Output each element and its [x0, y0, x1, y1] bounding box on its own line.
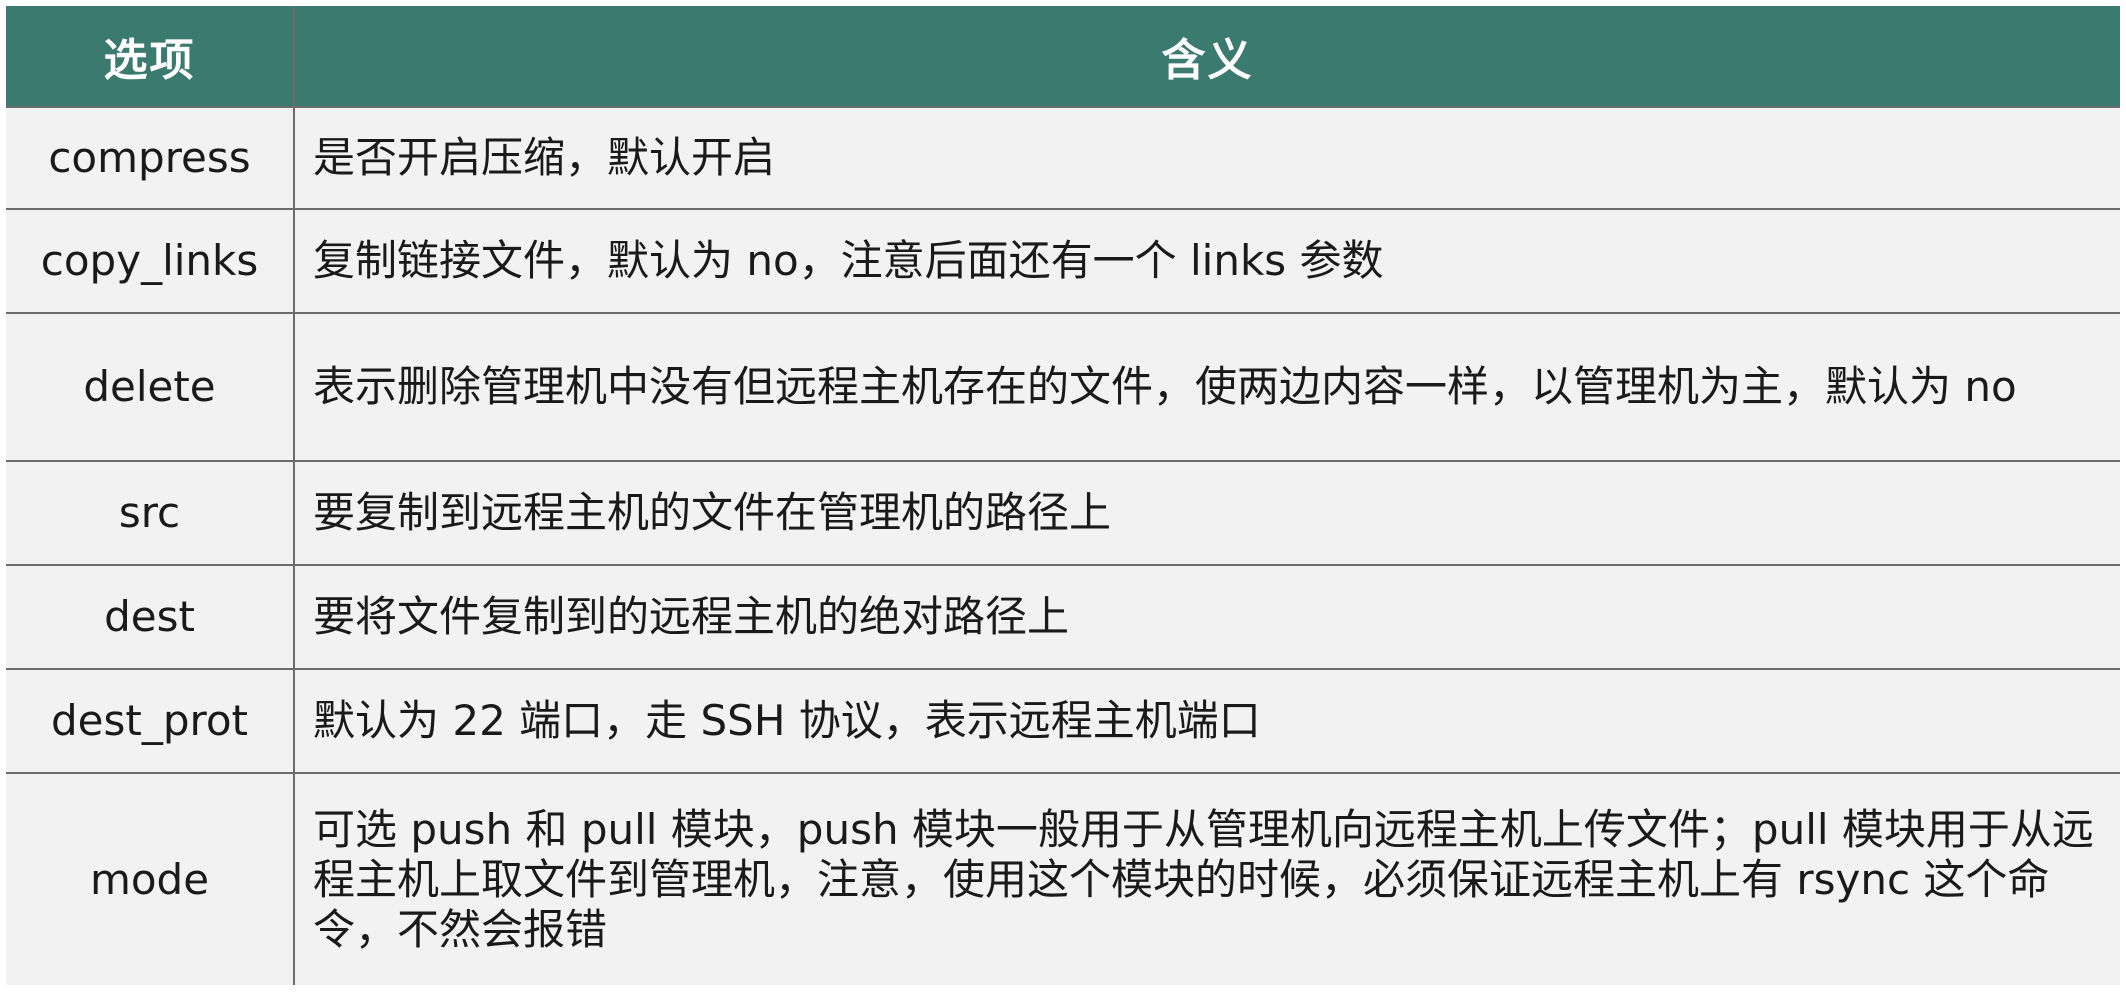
- meaning-cell: 表示删除管理机中没有但远程主机存在的文件，使两边内容一样，以管理机为主，默认为 …: [293, 312, 2120, 462]
- meaning-cell: 可选 push 和 pull 模块，push 模块一般用于从管理机向远程主机上传…: [293, 772, 2120, 985]
- table-row: compress 是否开启压缩，默认开启: [6, 106, 2120, 210]
- header-meaning: 含义: [293, 6, 2120, 108]
- table-row: delete 表示删除管理机中没有但远程主机存在的文件，使两边内容一样，以管理机…: [6, 312, 2120, 462]
- option-cell: mode: [6, 772, 295, 985]
- option-cell: delete: [6, 312, 295, 462]
- option-cell: dest_prot: [6, 668, 295, 774]
- page: 选项 含义 compress 是否开启压缩，默认开启 copy_links 复制…: [0, 0, 2126, 994]
- meaning-cell: 是否开启压缩，默认开启: [293, 106, 2120, 210]
- table-row: mode 可选 push 和 pull 模块，push 模块一般用于从管理机向远…: [6, 772, 2120, 985]
- table-row: copy_links 复制链接文件，默认为 no，注意后面还有一个 links …: [6, 208, 2120, 314]
- option-cell: src: [6, 460, 295, 566]
- table-header-row: 选项 含义: [6, 6, 2120, 108]
- meaning-cell: 默认为 22 端口，走 SSH 协议，表示远程主机端口: [293, 668, 2120, 774]
- table-row: dest 要将文件复制到的远程主机的绝对路径上: [6, 564, 2120, 670]
- header-option: 选项: [6, 6, 295, 108]
- options-table: 选项 含义 compress 是否开启压缩，默认开启 copy_links 复制…: [6, 6, 2120, 985]
- table-row: src 要复制到远程主机的文件在管理机的路径上: [6, 460, 2120, 566]
- option-cell: dest: [6, 564, 295, 670]
- meaning-cell: 要将文件复制到的远程主机的绝对路径上: [293, 564, 2120, 670]
- table-row: dest_prot 默认为 22 端口，走 SSH 协议，表示远程主机端口: [6, 668, 2120, 774]
- meaning-cell: 要复制到远程主机的文件在管理机的路径上: [293, 460, 2120, 566]
- meaning-cell: 复制链接文件，默认为 no，注意后面还有一个 links 参数: [293, 208, 2120, 314]
- option-cell: copy_links: [6, 208, 295, 314]
- option-cell: compress: [6, 106, 295, 210]
